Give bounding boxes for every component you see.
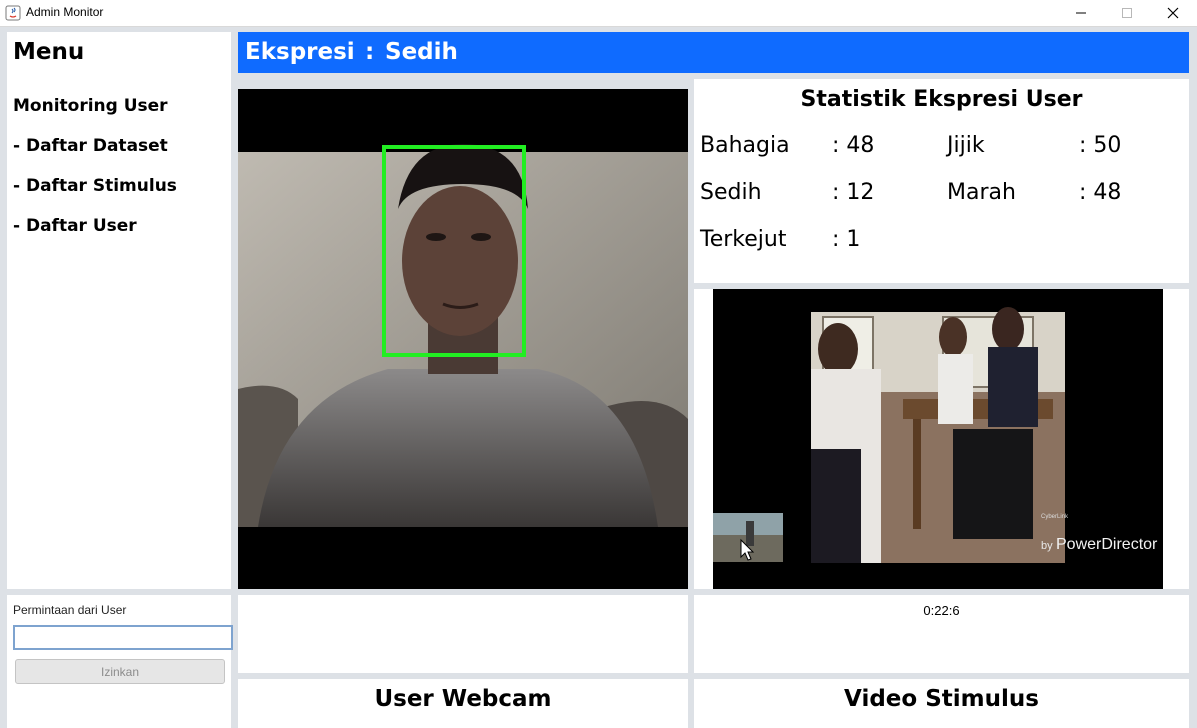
java-app-icon xyxy=(5,5,21,21)
close-icon xyxy=(1167,7,1179,19)
menu-item-daftar-stimulus[interactable]: - Daftar Stimulus xyxy=(13,176,177,196)
stat-value-sedih: : 12 xyxy=(832,180,875,205)
stat-label-jijik: Jijik xyxy=(947,133,985,158)
watermark-by: by xyxy=(1041,540,1053,552)
stimulus-video-image: CyberLink by PowerDirector xyxy=(713,307,1158,563)
watermark-powerdirector: PowerDirector xyxy=(1056,536,1158,553)
expression-value: Sedih xyxy=(385,39,458,65)
webcam-image xyxy=(238,144,688,589)
window-titlebar: Admin Monitor xyxy=(0,0,1197,27)
stat-label-terkejut: Terkejut xyxy=(700,227,787,252)
stimulus-video: CyberLink by PowerDirector xyxy=(713,289,1163,589)
webcam-feed xyxy=(238,89,688,589)
expression-colon: : xyxy=(365,39,375,65)
stat-label-bahagia: Bahagia xyxy=(700,133,790,158)
stimulus-timer: 0:22:6 xyxy=(923,603,960,618)
expression-label: Ekspresi xyxy=(245,39,355,65)
stimulus-caption: Video Stimulus xyxy=(844,686,1039,712)
request-label: Permintaan dari User xyxy=(13,603,127,617)
menu-item-daftar-dataset[interactable]: - Daftar Dataset xyxy=(13,136,168,156)
stat-value-terkejut: : 1 xyxy=(832,227,861,252)
stats-title: Statistik Ekspresi User xyxy=(800,87,1083,112)
stat-label-sedih: Sedih xyxy=(700,180,762,205)
minimize-icon xyxy=(1076,12,1086,14)
allow-button[interactable]: Izinkan xyxy=(15,659,225,684)
minimize-button[interactable] xyxy=(1058,0,1104,26)
menu-item-monitoring-user[interactable]: Monitoring User xyxy=(13,96,168,116)
watermark-cyberlink: CyberLink xyxy=(1041,514,1069,520)
webcam-info-panel xyxy=(238,595,688,673)
window-title: Admin Monitor xyxy=(26,5,104,19)
stat-value-jijik: : 50 xyxy=(1079,133,1122,158)
request-input[interactable] xyxy=(13,625,233,650)
webcam-caption: User Webcam xyxy=(374,686,552,712)
maximize-icon xyxy=(1122,8,1132,18)
stat-value-bahagia: : 48 xyxy=(832,133,875,158)
menu-item-daftar-user[interactable]: - Daftar User xyxy=(13,216,137,236)
maximize-button[interactable] xyxy=(1104,0,1150,26)
stat-value-marah: : 48 xyxy=(1079,180,1122,205)
stat-label-marah: Marah xyxy=(947,180,1016,205)
close-button[interactable] xyxy=(1150,0,1196,26)
expression-bar: Ekspresi : Sedih xyxy=(238,32,1189,73)
menu-title: Menu xyxy=(13,39,85,65)
